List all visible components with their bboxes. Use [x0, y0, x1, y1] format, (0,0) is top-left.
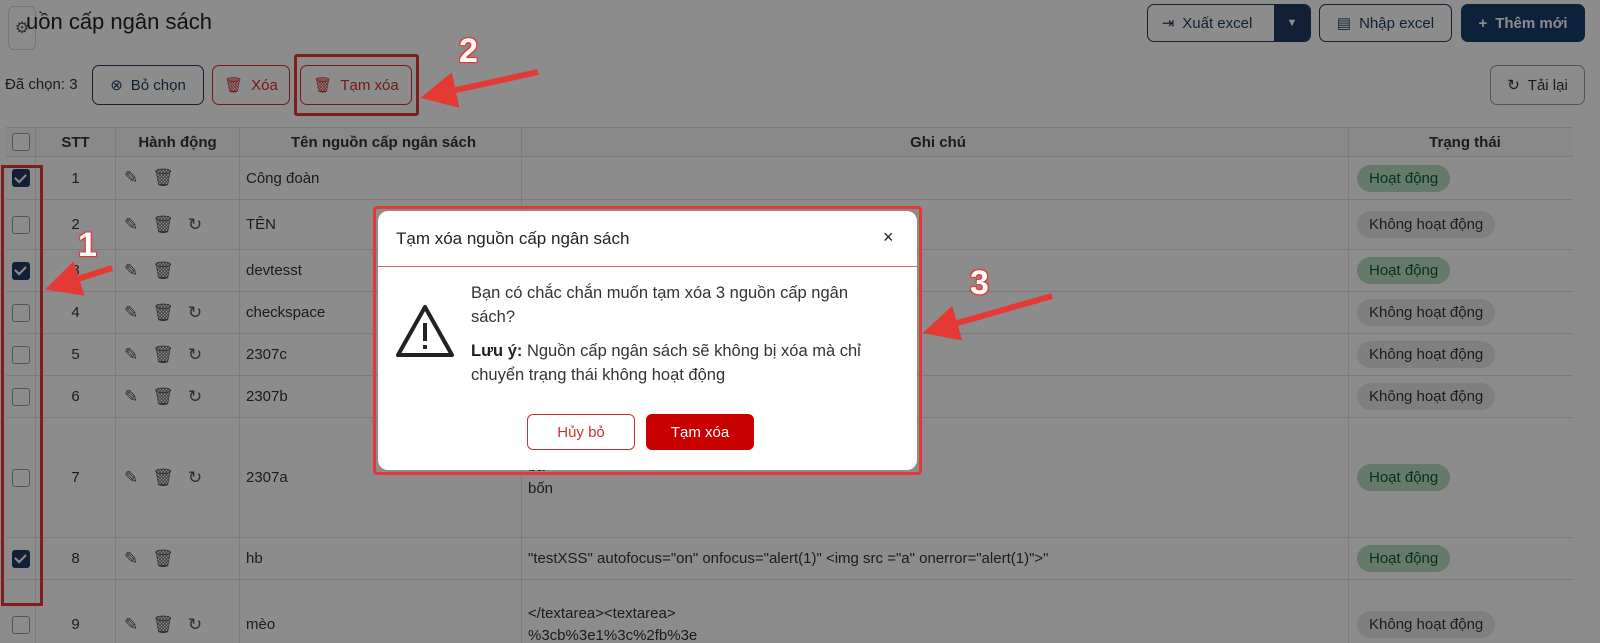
- annotation-number-2: 2: [459, 32, 478, 70]
- arrow-3: [922, 293, 1053, 341]
- annotation-number-1: 1: [78, 226, 97, 264]
- arrow-2: [420, 69, 539, 108]
- arrow-1: [44, 261, 113, 296]
- annotation-number-3: 3: [970, 264, 989, 302]
- annotation-arrows: [44, 69, 1053, 341]
